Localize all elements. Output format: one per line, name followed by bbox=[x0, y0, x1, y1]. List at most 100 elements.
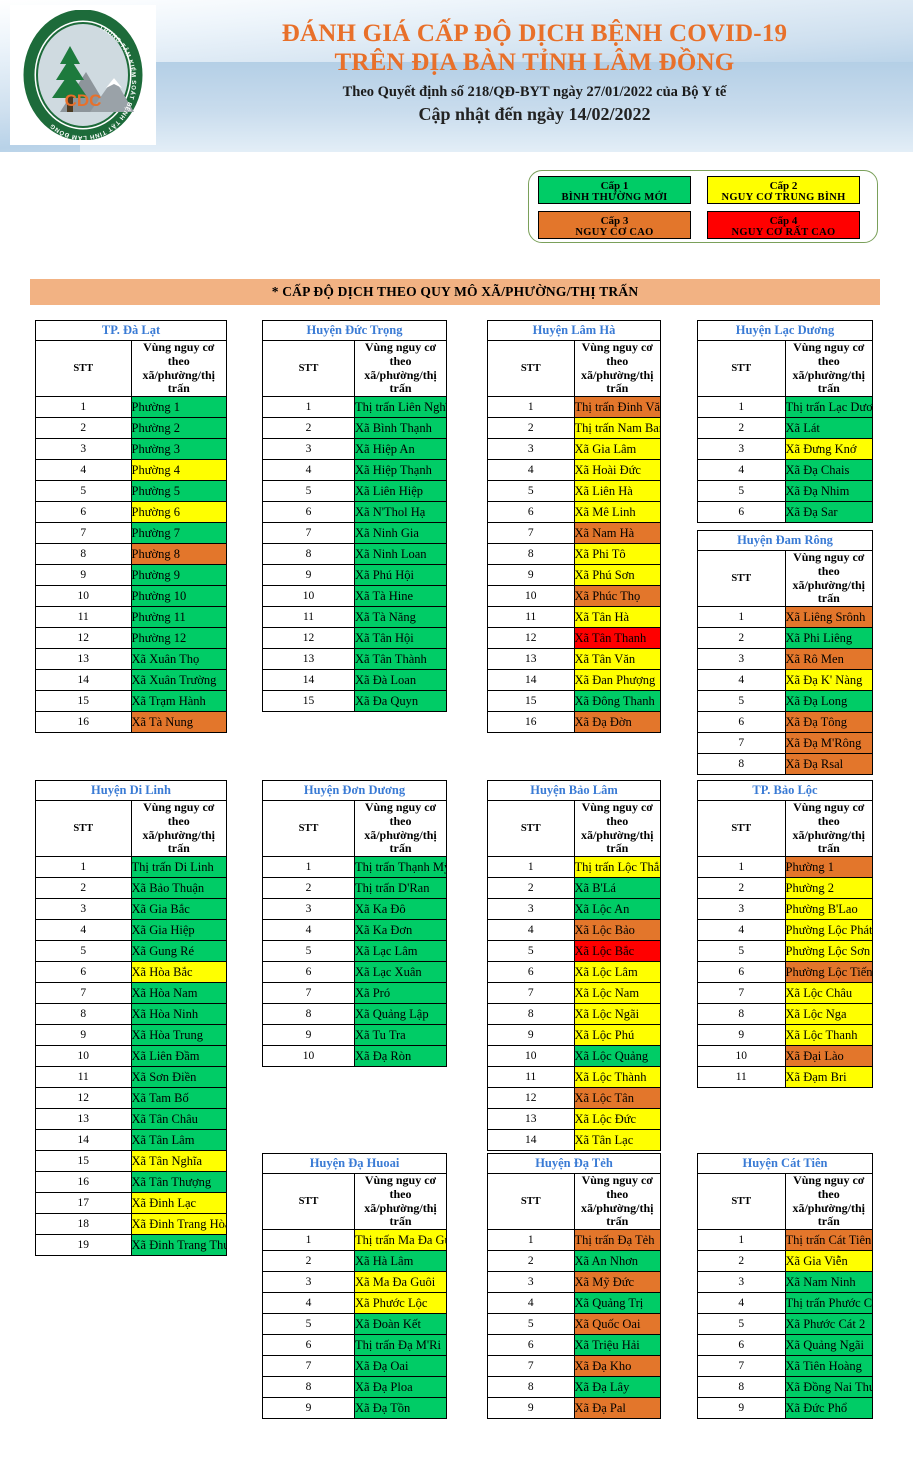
table-row: 3 Xã Ka Đô bbox=[262, 898, 447, 921]
ward-name: Xã Lộc An bbox=[573, 898, 661, 921]
column-header-zone: Vùng nguy cơ theo xã/phường/thị trấn bbox=[784, 339, 873, 398]
ward-name: Xã Đinh Trang Thượng bbox=[130, 1234, 227, 1257]
row-index: 10 bbox=[487, 585, 575, 608]
table-row: 19Xã Đinh Trang Thượng bbox=[35, 1234, 227, 1257]
row-index: 6 bbox=[487, 961, 575, 984]
ward-name: Xã Đinh Trang Hòa bbox=[130, 1213, 227, 1236]
table-row: 6 Xã N'Thol Hạ bbox=[262, 501, 447, 524]
row-index: 1 bbox=[262, 396, 355, 419]
ward-name: Xã Lộc Nga bbox=[784, 1003, 873, 1026]
ward-name: Xã Hòa Nam bbox=[130, 982, 227, 1005]
table-row: 2 Thị trấn Nam Ban bbox=[487, 417, 661, 440]
table-row: 2 Xã Gia Viễn bbox=[697, 1250, 873, 1273]
table-row: 11 Xã Tân Hà bbox=[487, 606, 661, 629]
legend-item-level-1: Cấp 1 BÌNH THƯỜNG MỚI bbox=[538, 176, 691, 204]
table-row: 4 Xã Quảng Trị bbox=[487, 1292, 661, 1315]
table-row: 3 Xã Gia Lâm bbox=[487, 438, 661, 461]
table-row: 1 Phường 1 bbox=[697, 856, 873, 879]
column-header-zone: Vùng nguy cơ theo xã/phường/thị trấn bbox=[354, 1172, 447, 1231]
row-index: 4 bbox=[35, 919, 132, 942]
table-row: 8 Xã Ninh Loan bbox=[262, 543, 447, 566]
title-block: ĐÁNH GIÁ CẤP ĐỘ DỊCH BỆNH COVID-19 TRÊN … bbox=[156, 20, 913, 125]
table-row: 3 Phường 3 bbox=[35, 438, 227, 461]
legend-level-desc-1: BÌNH THƯỜNG MỚI bbox=[561, 192, 668, 204]
ward-name: Xã Hiệp Thạnh bbox=[354, 459, 447, 482]
table-row: 13 Xã Tân Thành bbox=[262, 648, 447, 671]
row-index: 11 bbox=[487, 606, 575, 629]
ward-name: Xã Phi Liêng bbox=[784, 627, 873, 650]
ward-name: Xã Tiên Hoàng bbox=[784, 1355, 873, 1378]
table-row: 5 Xã Liên Hiệp bbox=[262, 480, 447, 503]
row-index: 18 bbox=[35, 1213, 132, 1236]
row-index: 8 bbox=[487, 1003, 575, 1026]
row-index: 2 bbox=[262, 877, 355, 900]
ward-name: Xã Tà Năng bbox=[354, 606, 447, 629]
table-row: 8 Xã Hòa Ninh bbox=[35, 1003, 227, 1026]
table-row: 5 Xã Đoàn Kết bbox=[262, 1313, 447, 1336]
row-index: 4 bbox=[697, 459, 786, 482]
table-row: 12 Xã Tân Hội bbox=[262, 627, 447, 650]
ward-name: Xã Xuân Thọ bbox=[130, 648, 227, 671]
row-index: 7 bbox=[487, 522, 575, 545]
row-index: 1 bbox=[697, 606, 786, 629]
ward-name: Xã Phước Lộc bbox=[354, 1292, 447, 1315]
table-row: 12 Xã Tam Bố bbox=[35, 1087, 227, 1110]
table-row: 1 Thị trấn Đạ Tẻh bbox=[487, 1229, 661, 1252]
row-index: 2 bbox=[35, 417, 132, 440]
ward-name: Xã Rô Men bbox=[784, 648, 873, 671]
table-row: 6 Xã Lạc Xuân bbox=[262, 961, 447, 984]
table-row: 5 Xã Lạc Lâm bbox=[262, 940, 447, 963]
row-index: 8 bbox=[262, 1003, 355, 1026]
table-row: 6 Xã Đạ Tông bbox=[697, 711, 873, 734]
ward-name: Xã Đạ Pal bbox=[573, 1397, 661, 1420]
ward-name: Xã Phước Cát 2 bbox=[784, 1313, 873, 1336]
ward-name: Xã Đưng Knớ bbox=[784, 438, 873, 461]
table-row: 10 Xã Đại Lào bbox=[697, 1045, 873, 1068]
table-row: 3 Xã Rô Men bbox=[697, 648, 873, 671]
ward-name: Xã Đạ K' Nàng bbox=[784, 669, 873, 692]
table-row: 2 Phường 2 bbox=[697, 877, 873, 900]
table-row: 2 Xã B'Lá bbox=[487, 877, 661, 900]
row-index: 4 bbox=[35, 459, 132, 482]
ward-name: Xã Hòa Bắc bbox=[130, 961, 227, 984]
table-row: 16 Xã Đạ Đờn bbox=[487, 711, 661, 734]
legend-item-level-2: Cấp 2 NGUY CƠ TRUNG BÌNH bbox=[707, 176, 860, 204]
row-index: 3 bbox=[697, 438, 786, 461]
column-header-zone: Vùng nguy cơ theo xã/phường/thị trấn bbox=[354, 339, 447, 398]
row-index: 5 bbox=[487, 1313, 575, 1336]
ward-name: Xã Liêng Srônh bbox=[784, 606, 873, 629]
row-index: 9 bbox=[262, 1397, 355, 1420]
row-index: 9 bbox=[262, 564, 355, 587]
row-index: 6 bbox=[697, 501, 786, 524]
ward-name: Phường 4 bbox=[130, 459, 227, 482]
ward-name: Xã Đinh Lạc bbox=[130, 1192, 227, 1215]
ward-name: Thị trấn Cát Tiên bbox=[784, 1229, 873, 1252]
ward-name: Xã Lộc Phú bbox=[573, 1024, 661, 1047]
table-row: 4 Phường 4 bbox=[35, 459, 227, 482]
row-index: 15 bbox=[262, 690, 355, 713]
table-row: 1 Thị trấn Cát Tiên bbox=[697, 1229, 873, 1252]
row-index: 4 bbox=[487, 1292, 575, 1315]
row-index: 8 bbox=[487, 1376, 575, 1399]
row-index: 1 bbox=[35, 856, 132, 879]
ward-name: Phường B'Lao bbox=[784, 898, 873, 921]
row-index: 3 bbox=[487, 1271, 575, 1294]
table-row: 2 Phường 2 bbox=[35, 417, 227, 440]
table-row: 1 Thị trấn Đinh Văn bbox=[487, 396, 661, 419]
row-index: 7 bbox=[262, 982, 355, 1005]
row-index: 11 bbox=[35, 1066, 132, 1089]
row-index: 3 bbox=[697, 648, 786, 671]
ward-name: Xã Đạ Tông bbox=[784, 711, 873, 734]
table-row: 11 Xã Lộc Thành bbox=[487, 1066, 661, 1089]
row-index: 19 bbox=[35, 1234, 132, 1257]
column-header-zone: Vùng nguy cơ theo xã/phường/thị trấn bbox=[573, 799, 661, 858]
table-row: 6 Phường Lộc Tiến bbox=[697, 961, 873, 984]
row-index: 7 bbox=[35, 982, 132, 1005]
table-row: 18 Xã Đinh Trang Hòa bbox=[35, 1213, 227, 1236]
row-index: 6 bbox=[262, 961, 355, 984]
cdc-logo: CDC TRUNG TÂM KIỂM SOÁT BỆNH TẬT TỈNH LÂ… bbox=[10, 5, 156, 145]
table-row: 1 Xã Liêng Srônh bbox=[697, 606, 873, 629]
ward-name: Xã Mỹ Đức bbox=[573, 1271, 661, 1294]
row-index: 2 bbox=[262, 1250, 355, 1273]
cdc-logo-text: CDC bbox=[65, 91, 102, 110]
